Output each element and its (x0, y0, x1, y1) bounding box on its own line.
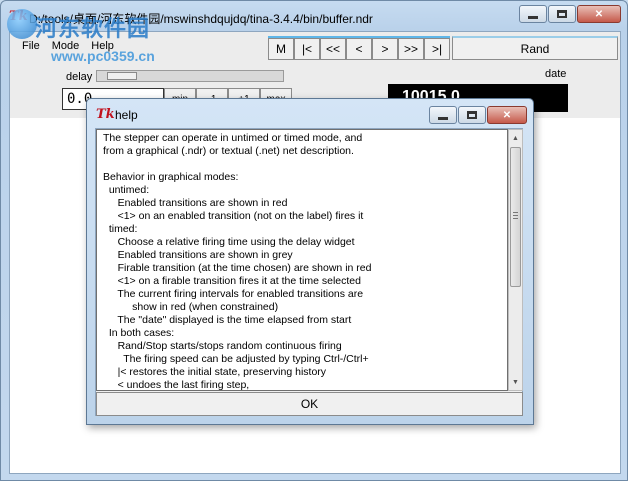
watermark-url: www.pc0359.cn (51, 48, 155, 64)
help-scrollbar[interactable]: ▲ ▼ (508, 129, 523, 391)
minimize-icon (528, 15, 538, 19)
help-line: show in red (when constrained) (103, 301, 279, 313)
watermark-logo-icon (7, 9, 37, 39)
rand-button[interactable]: Rand (452, 36, 618, 60)
tk-dialog-icon: Tk (96, 107, 115, 122)
mark-button[interactable]: M (268, 38, 294, 60)
minimize-button[interactable] (519, 5, 547, 23)
help-line: < undoes the last firing step, (103, 379, 250, 391)
arrow-up-icon[interactable]: ▲ (509, 130, 522, 146)
fast-back-button[interactable]: << (320, 38, 346, 60)
window-caption-buttons: ✕ (518, 5, 621, 23)
step-back-button[interactable]: < (346, 38, 372, 60)
scrollbar-thumb[interactable] (510, 147, 521, 287)
delay-slider-thumb[interactable] (106, 72, 137, 80)
step-forward-button[interactable]: > (372, 38, 398, 60)
close-icon: ✕ (502, 109, 512, 121)
restart-button[interactable]: |< (294, 38, 320, 60)
delay-slider[interactable] (96, 70, 284, 82)
help-line: The stepper can operate in untimed or ti… (103, 132, 363, 144)
watermark-text: 河东软件园 (35, 16, 151, 41)
thumb-grip (513, 218, 518, 219)
maximize-icon (467, 111, 477, 119)
help-line: Behavior in graphical modes: (103, 171, 239, 183)
help-line: Enabled transitions are shown in grey (103, 249, 293, 261)
help-line: The firing speed can be adjusted by typi… (103, 353, 369, 365)
help-line: <1> on a firable transition fires it at … (103, 275, 361, 287)
minimize-icon (438, 116, 448, 120)
help-dialog: Tk help ✕ The stepper can operate in unt… (86, 98, 534, 425)
help-line: |< restores the initial state, preservin… (103, 366, 327, 378)
help-line (103, 158, 507, 171)
close-button[interactable]: ✕ (577, 5, 621, 23)
help-line: Firable transition (at the time chosen) … (103, 262, 372, 274)
dialog-close-button[interactable]: ✕ (487, 106, 527, 124)
help-line: timed: (103, 223, 138, 235)
ok-button[interactable]: OK (96, 392, 523, 416)
navigation-buttons: M |< << < > >> >| (268, 36, 450, 60)
fast-forward-button[interactable]: >> (398, 38, 424, 60)
delay-label: delay (66, 71, 93, 83)
arrow-down-icon[interactable]: ▼ (509, 374, 522, 390)
dialog-caption-buttons: ✕ (428, 106, 527, 124)
help-line: In both cases: (103, 327, 175, 339)
help-dialog-body: The stepper can operate in untimed or ti… (95, 128, 523, 416)
close-icon: ✕ (594, 8, 604, 20)
go-end-button[interactable]: >| (424, 38, 450, 60)
help-line: Rand/Stop starts/stops random continuous… (103, 340, 342, 352)
help-line: untimed: (103, 184, 150, 196)
help-line: The current firing intervals for enabled… (103, 288, 364, 300)
help-text-area[interactable]: The stepper can operate in untimed or ti… (96, 129, 508, 391)
help-line: Choose a relative firing time using the … (103, 236, 355, 248)
help-line: <1> on an enabled transition (not on the… (103, 210, 364, 222)
help-line: The "date" displayed is the time elapsed… (103, 314, 352, 326)
help-line: from a graphical (.ndr) or textual (.net… (103, 145, 354, 157)
dialog-maximize-button[interactable] (458, 106, 486, 124)
maximize-button[interactable] (548, 5, 576, 23)
date-label: date (545, 68, 567, 80)
thumb-grip (513, 212, 518, 213)
help-line: Enabled transitions are shown in red (103, 197, 288, 209)
dialog-minimize-button[interactable] (429, 106, 457, 124)
maximize-icon (557, 10, 567, 18)
help-dialog-title: help (115, 108, 138, 122)
thumb-grip (513, 215, 518, 216)
